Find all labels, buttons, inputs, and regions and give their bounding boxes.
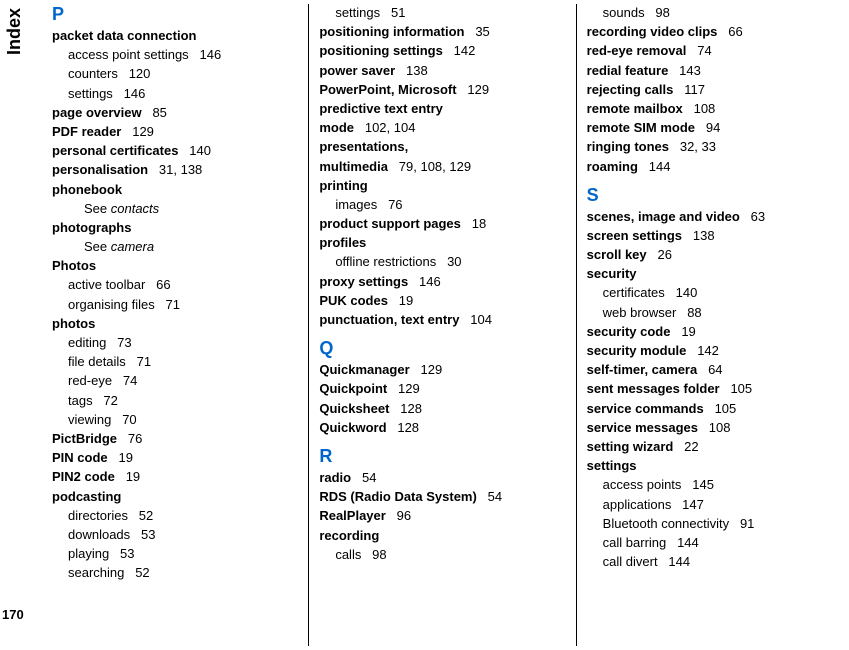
index-entry: RealPlayer 96 [319, 507, 565, 525]
index-entry: PictBridge 76 [52, 430, 298, 448]
index-entry: mode 102, 104 [319, 119, 565, 137]
index-subentry: settings 51 [319, 4, 565, 22]
index-subentry: access point settings 146 [52, 46, 298, 64]
index-entry: roaming 144 [587, 158, 833, 176]
index-subentry: searching 52 [52, 564, 298, 582]
index-subentry: file details 71 [52, 353, 298, 371]
index-subentry: active toolbar 66 [52, 276, 298, 294]
index-entry: power saver 138 [319, 62, 565, 80]
index-subentry: viewing 70 [52, 411, 298, 429]
index-entry: remote SIM mode 94 [587, 119, 833, 137]
index-subentry: call barring 144 [587, 534, 833, 552]
index-entry: profiles [319, 234, 565, 252]
index-subentry: tags 72 [52, 392, 298, 410]
index-entry: security code 19 [587, 323, 833, 341]
index-entry: podcasting [52, 488, 298, 506]
index-entry: printing [319, 177, 565, 195]
index-letter-heading: Q [319, 338, 565, 359]
index-entry: service commands 105 [587, 400, 833, 418]
index-entry: PIN code 19 [52, 449, 298, 467]
index-entry: scroll key 26 [587, 246, 833, 264]
index-entry: packet data connection [52, 27, 298, 45]
index-entry: PUK codes 19 [319, 292, 565, 310]
index-subentry: settings 146 [52, 85, 298, 103]
index-entry: sent messages folder 105 [587, 380, 833, 398]
index-entry: phonebook [52, 181, 298, 199]
index-entry: photographs [52, 219, 298, 237]
index-entry: predictive text entry [319, 100, 565, 118]
spacer [319, 330, 565, 338]
index-entry: security module 142 [587, 342, 833, 360]
page-number: 170 [2, 607, 24, 622]
index-entry: setting wizard 22 [587, 438, 833, 456]
index-subentry: sounds 98 [587, 4, 833, 22]
index-subentry: organising files 71 [52, 296, 298, 314]
index-see-reference: See contacts [52, 200, 298, 218]
index-subentry: calls 98 [319, 546, 565, 564]
index-entry: settings [587, 457, 833, 475]
index-letter-heading: P [52, 4, 298, 25]
index-entry: presentations, [319, 138, 565, 156]
column-3: sounds 98recording video clips 66red-eye… [577, 4, 843, 646]
index-entry: multimedia 79, 108, 129 [319, 158, 565, 176]
index-entry: PIN2 code 19 [52, 468, 298, 486]
index-entry: proxy settings 146 [319, 273, 565, 291]
index-entry: PDF reader 129 [52, 123, 298, 141]
index-subentry: directories 52 [52, 507, 298, 525]
index-entry: Quicksheet 128 [319, 400, 565, 418]
index-entry: photos [52, 315, 298, 333]
index-subentry: call divert 144 [587, 553, 833, 571]
index-entry: Quickword 128 [319, 419, 565, 437]
index-entry: Quickmanager 129 [319, 361, 565, 379]
index-entry: remote mailbox 108 [587, 100, 833, 118]
index-entry: screen settings 138 [587, 227, 833, 245]
index-entry: service messages 108 [587, 419, 833, 437]
index-letter-heading: R [319, 446, 565, 467]
index-letter-heading: S [587, 185, 833, 206]
index-subentry: access points 145 [587, 476, 833, 494]
index-subentry: images 76 [319, 196, 565, 214]
index-columns: Ppacket data connectionaccess point sett… [42, 4, 843, 646]
index-entry: personal certificates 140 [52, 142, 298, 160]
index-side-tab-text: Index [4, 8, 25, 55]
index-entry: punctuation, text entry 104 [319, 311, 565, 329]
index-subentry: certificates 140 [587, 284, 833, 302]
index-entry: RDS (Radio Data System) 54 [319, 488, 565, 506]
index-entry: scenes, image and video 63 [587, 208, 833, 226]
index-entry: ringing tones 32, 33 [587, 138, 833, 156]
spacer [319, 438, 565, 446]
index-subentry: applications 147 [587, 496, 833, 514]
column-1: Ppacket data connectionaccess point sett… [42, 4, 309, 646]
index-entry: self-timer, camera 64 [587, 361, 833, 379]
index-subentry: downloads 53 [52, 526, 298, 544]
spacer [587, 177, 833, 185]
index-entry: recording [319, 527, 565, 545]
index-entry: personalisation 31, 138 [52, 161, 298, 179]
index-side-tab: Index [0, 0, 28, 650]
index-subentry: counters 120 [52, 65, 298, 83]
index-entry: redial feature 143 [587, 62, 833, 80]
index-subentry: web browser 88 [587, 304, 833, 322]
index-subentry: red-eye 74 [52, 372, 298, 390]
index-entry: red-eye removal 74 [587, 42, 833, 60]
index-entry: recording video clips 66 [587, 23, 833, 41]
index-subentry: offline restrictions 30 [319, 253, 565, 271]
index-entry: security [587, 265, 833, 283]
column-2: settings 51positioning information 35pos… [309, 4, 576, 646]
index-entry: positioning information 35 [319, 23, 565, 41]
index-entry: Quickpoint 129 [319, 380, 565, 398]
index-entry: radio 54 [319, 469, 565, 487]
index-entry: rejecting calls 117 [587, 81, 833, 99]
index-subentry: editing 73 [52, 334, 298, 352]
index-subentry: playing 53 [52, 545, 298, 563]
index-entry: Photos [52, 257, 298, 275]
index-entry: product support pages 18 [319, 215, 565, 233]
index-entry: positioning settings 142 [319, 42, 565, 60]
index-entry: page overview 85 [52, 104, 298, 122]
index-subentry: Bluetooth connectivity 91 [587, 515, 833, 533]
index-entry: PowerPoint, Microsoft 129 [319, 81, 565, 99]
index-see-reference: See camera [52, 238, 298, 256]
